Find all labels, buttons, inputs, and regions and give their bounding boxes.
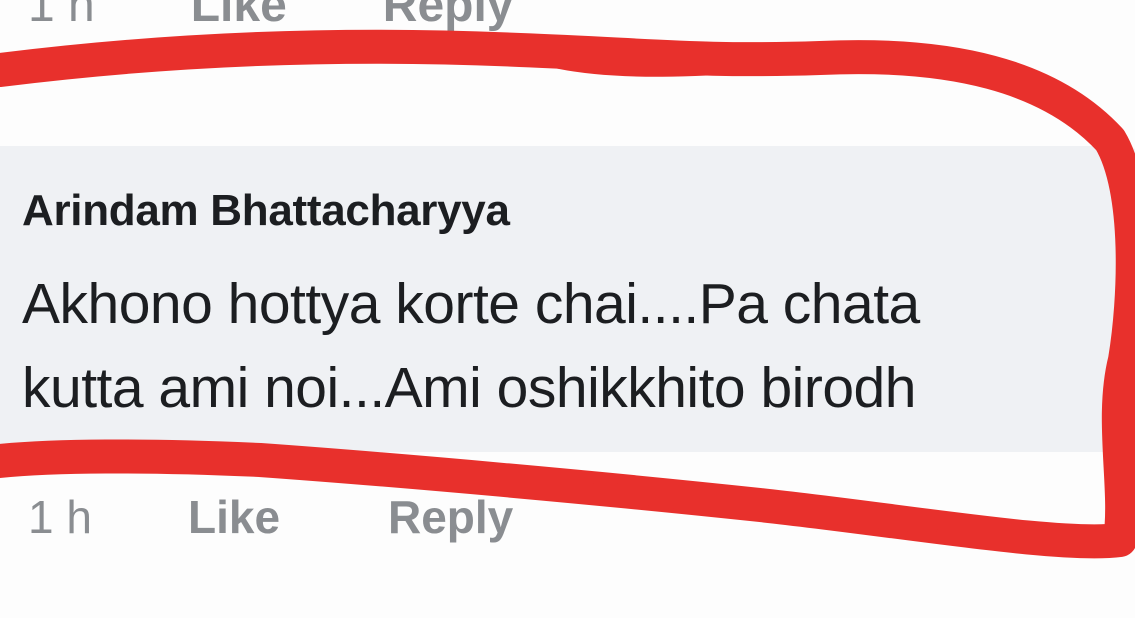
comment-text: Akhono hottya korte chai....Pa chata kut… <box>22 262 920 430</box>
reply-link[interactable]: Reply <box>388 490 513 544</box>
like-link[interactable]: Like <box>188 490 388 544</box>
timestamp: 1 h <box>28 491 92 543</box>
previous-comment-actions: 1 h Like Reply <box>28 0 514 33</box>
comment-text-line: kutta ami noi...Ami oshikkhito birodh <box>22 356 916 420</box>
comment-text-line: Akhono hottya korte chai....Pa chata <box>22 272 920 336</box>
comment-author-name[interactable]: Arindam Bhattacharyya <box>22 186 510 236</box>
screenshot-crop: 1 h Like Reply Arindam Bhattacharyya Akh… <box>0 0 1135 618</box>
like-link[interactable]: Like <box>191 0 287 33</box>
reply-link[interactable]: Reply <box>383 0 514 33</box>
comment-actions: 1 h Like Reply <box>28 490 513 544</box>
timestamp: 1 h <box>28 0 95 32</box>
